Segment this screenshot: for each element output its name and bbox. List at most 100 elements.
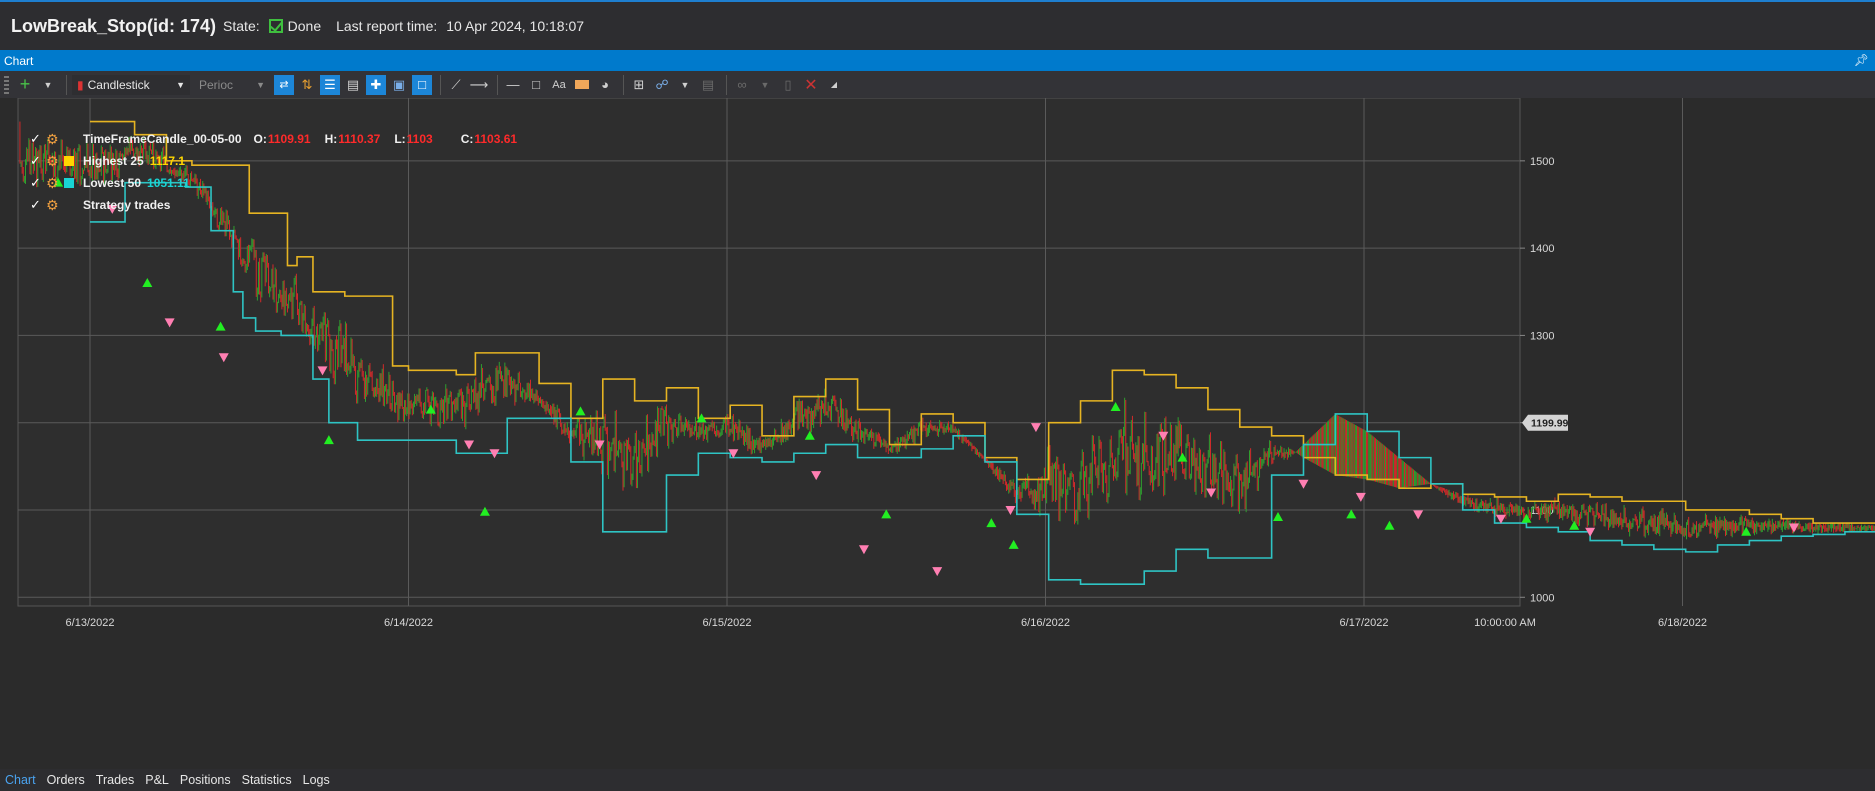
state-value: Done bbox=[287, 18, 322, 34]
check-icon[interactable]: ✓ bbox=[30, 131, 46, 147]
attach-icon[interactable]: ∞ bbox=[732, 75, 752, 95]
x-tick-label: 6/17/2022 bbox=[1340, 617, 1389, 629]
chart-legend: ✓ ⚙ TimeFrameCandle_00-05-00 O: 1109.91 H… bbox=[30, 128, 525, 216]
legend-trades-name: Strategy trades bbox=[83, 198, 171, 212]
export-icon[interactable]: ▤ bbox=[698, 75, 718, 95]
report-time-value: 10 Apr 2024, 10:18:07 bbox=[446, 18, 585, 34]
toolbar-separator bbox=[623, 74, 624, 95]
x-tick-label: 6/14/2022 bbox=[384, 617, 433, 629]
fill-icon[interactable] bbox=[572, 75, 592, 95]
table-icon[interactable]: ▤ bbox=[343, 75, 363, 95]
sync-icon[interactable]: ⇄ bbox=[274, 74, 294, 95]
x-tick-label: 6/13/2022 bbox=[66, 617, 115, 629]
y-tick-label: 1500 bbox=[1530, 156, 1554, 168]
tab-positions[interactable]: Positions bbox=[180, 773, 231, 787]
gauge-icon[interactable]: ◕ bbox=[595, 75, 615, 95]
tooltip-icon[interactable]: ▣ bbox=[389, 75, 409, 95]
legend-swatch-highest bbox=[64, 156, 74, 166]
hline-icon[interactable]: — bbox=[503, 75, 523, 95]
legend-row-lowest[interactable]: ✓ ⚙ Lowest 50 1051.11 bbox=[30, 172, 525, 194]
legend-row-trades[interactable]: ✓ ⚙ Strategy trades bbox=[30, 194, 525, 216]
chart-panel-header: Chart 📌︎ bbox=[0, 50, 1875, 71]
panel-title: Chart bbox=[4, 53, 34, 68]
check-icon[interactable]: ✓ bbox=[30, 175, 46, 191]
title-bar: LowBreak_Stop(id: 174) State: Done Last … bbox=[0, 2, 1875, 50]
current-price-label: 1199.99 bbox=[1531, 418, 1569, 430]
check-icon[interactable]: ✓ bbox=[30, 197, 46, 213]
chevron-down-icon: ▼ bbox=[176, 79, 185, 90]
gear-icon[interactable]: ⚙ bbox=[46, 131, 64, 148]
add-panel-icon[interactable]: ⊞ bbox=[629, 75, 649, 95]
arrow-draw-icon[interactable]: ⟶ bbox=[469, 75, 489, 95]
crosshair-icon[interactable]: ✚ bbox=[366, 74, 386, 95]
x-tick-label: 6/16/2022 bbox=[1021, 617, 1070, 629]
toolbar-separator bbox=[726, 74, 727, 95]
legend-low-label: L: bbox=[394, 132, 406, 146]
dropdown-icon[interactable]: ▼ bbox=[38, 75, 58, 95]
legend-open-value: 1109.91 bbox=[267, 132, 311, 146]
pin-icon[interactable]: 📌︎ bbox=[1854, 53, 1869, 67]
legend-close-label: C: bbox=[460, 132, 474, 146]
legend-row-candles[interactable]: ✓ ⚙ TimeFrameCandle_00-05-00 O: 1109.91 H… bbox=[30, 128, 525, 150]
toolbar-grip[interactable] bbox=[4, 75, 9, 94]
toolbar-separator bbox=[440, 74, 441, 95]
chart-style-select[interactable]: ▮ Candlestick ▼ bbox=[72, 74, 190, 95]
rectangle-icon[interactable]: □ bbox=[526, 75, 546, 95]
tab-p-l[interactable]: P&L bbox=[145, 773, 169, 787]
y-tick-label: 1300 bbox=[1530, 330, 1554, 342]
period-placeholder: Perioc bbox=[199, 77, 234, 92]
legend-highest-value: 1117.1 bbox=[149, 154, 186, 168]
gear-icon[interactable]: ⚙ bbox=[46, 175, 64, 192]
share-icon[interactable]: ☍ bbox=[652, 75, 672, 95]
toolbar-separator bbox=[66, 74, 67, 95]
report-time-label: Last report time: bbox=[336, 18, 438, 34]
legend-highest-name: Highest 25 bbox=[83, 154, 144, 168]
chevron-down-icon: ▼ bbox=[256, 79, 265, 90]
legend-high-label: H: bbox=[324, 132, 338, 146]
step-icon[interactable]: □ bbox=[412, 74, 432, 95]
period-select[interactable]: Perioc ▼ bbox=[194, 75, 270, 95]
text-icon[interactable]: Aa bbox=[549, 75, 569, 95]
dropdown-icon[interactable]: ▼ bbox=[755, 75, 775, 95]
legend-low-value: 1103 bbox=[406, 132, 433, 146]
done-check-icon bbox=[268, 19, 283, 33]
x-tick-label: 6/18/2022 bbox=[1658, 617, 1707, 629]
legend-lowest-value: 1051.11 bbox=[147, 176, 190, 190]
list-icon[interactable]: ☰ bbox=[320, 74, 340, 95]
line-draw-icon[interactable]: ⟋ bbox=[446, 75, 466, 95]
chart-style-value: Candlestick bbox=[87, 77, 150, 92]
tab-chart[interactable]: Chart bbox=[5, 773, 36, 787]
updown-icon[interactable]: ⇅ bbox=[297, 75, 317, 95]
close-icon[interactable]: ✕ bbox=[801, 75, 821, 95]
gear-icon[interactable]: ⚙ bbox=[46, 153, 64, 170]
y-tick-label: 1000 bbox=[1530, 592, 1554, 604]
legend-swatch-empty bbox=[64, 134, 74, 144]
legend-candle-name: TimeFrameCandle_00-05-00 bbox=[83, 132, 242, 146]
chart-toolbar: + ▼ ▮ Candlestick ▼ Perioc ▼ ⇄ ⇅ ☰ ▤ ✚ ▣… bbox=[0, 71, 1875, 98]
tab-orders[interactable]: Orders bbox=[47, 773, 85, 787]
bottom-tab-bar: Chart Orders Trades P&L Positions Statistics L… bbox=[0, 769, 1875, 791]
dropdown-icon[interactable]: ▼ bbox=[675, 75, 695, 95]
gear-icon[interactable]: ⚙ bbox=[46, 197, 64, 214]
legend-swatch-empty bbox=[64, 200, 74, 210]
legend-high-value: 1110.37 bbox=[338, 132, 381, 146]
toolbar-separator bbox=[497, 74, 498, 95]
state-label: State: bbox=[223, 18, 260, 34]
add-icon[interactable]: + bbox=[15, 74, 35, 95]
legend-row-highest[interactable]: ✓ ⚙ Highest 25 1117.1 bbox=[30, 150, 525, 172]
legend-swatch-lowest bbox=[64, 178, 74, 188]
tab-statistics[interactable]: Statistics bbox=[242, 773, 292, 787]
x-tick-label: 10:00:00 AM bbox=[1474, 617, 1536, 629]
y-tick-label: 1400 bbox=[1530, 243, 1554, 255]
legend-lowest-name: Lowest 50 bbox=[83, 176, 142, 190]
legend-close-value: 1103.61 bbox=[474, 132, 518, 146]
overflow-icon[interactable]: ◢ bbox=[824, 75, 844, 95]
check-icon[interactable]: ✓ bbox=[30, 153, 46, 169]
tab-logs[interactable]: Logs bbox=[303, 773, 330, 787]
page-icon[interactable]: ▯ bbox=[778, 75, 798, 95]
tab-trades[interactable]: Trades bbox=[96, 773, 134, 787]
legend-open-label: O: bbox=[253, 132, 267, 146]
candlestick-icon: ▮ bbox=[77, 77, 84, 92]
strategy-title: LowBreak_Stop(id: 174) bbox=[11, 15, 217, 36]
x-tick-label: 6/15/2022 bbox=[703, 617, 752, 629]
